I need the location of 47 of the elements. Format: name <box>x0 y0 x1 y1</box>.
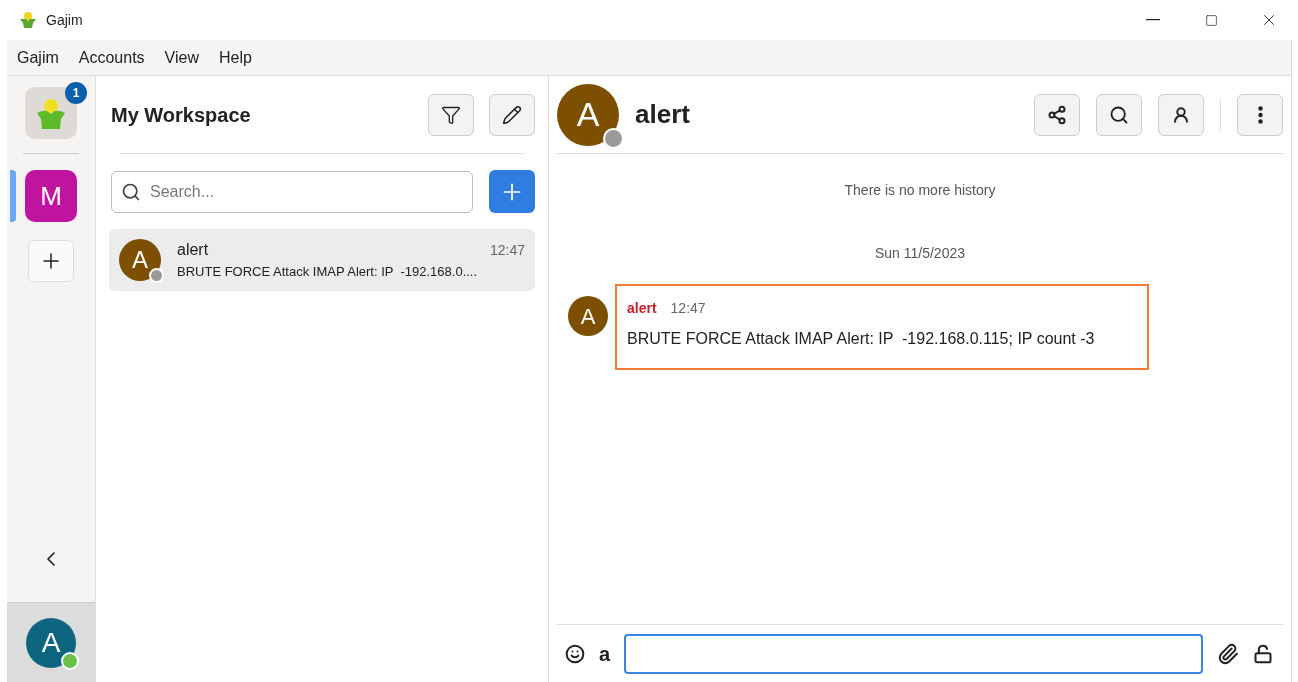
user-avatar[interactable]: A <box>26 617 76 668</box>
search-field[interactable]: Search... <box>111 170 473 213</box>
filter-button[interactable] <box>428 93 474 136</box>
menu-item[interactable]: Help <box>219 45 252 70</box>
more-icon <box>1257 105 1263 124</box>
pencil-icon <box>502 104 522 125</box>
minimize-icon <box>1146 19 1160 21</box>
contact-avatar: A <box>119 239 161 281</box>
message-time: 12:47 <box>670 299 706 318</box>
contact-info-button[interactable] <box>1158 93 1204 136</box>
search-icon <box>121 181 141 202</box>
sender-name: alert <box>627 299 657 318</box>
chat-title: alert <box>635 98 690 131</box>
app-logo-icon <box>18 11 38 29</box>
workspace-button[interactable]: M <box>25 170 77 222</box>
share-button[interactable] <box>1034 93 1080 136</box>
message-preview: BRUTE FORCE Attack IMAP Alert: IP -192.168.0.... <box>177 263 479 282</box>
workspace-title: My Workspace <box>111 102 251 128</box>
maximize-icon <box>1204 13 1218 27</box>
search-icon <box>1109 104 1129 125</box>
sender-avatar: A <box>568 296 608 336</box>
attachment-icon[interactable] <box>1217 642 1239 665</box>
new-chat-button[interactable] <box>489 170 535 213</box>
menu-item[interactable]: Gajim <box>17 45 59 70</box>
unlocked-icon[interactable] <box>1253 643 1273 664</box>
message-input[interactable] <box>624 633 1203 674</box>
window-title: Gajim <box>46 10 83 30</box>
workspace-avatar[interactable] <box>25 87 77 139</box>
history-note: There is no more history <box>844 181 996 200</box>
emoji-icon[interactable] <box>565 643 585 664</box>
chat-list-item[interactable]: A alert 12:47 BRUTE FORCE Attack IMAP Alert: IP -192.168.0.... <box>109 229 535 291</box>
menu-item[interactable]: Accounts <box>78 45 145 70</box>
edit-button[interactable] <box>489 93 535 136</box>
message-text: BRUTE FORCE Attack IMAP Alert: IP -192.168.0.115; IP count -3 <box>627 329 1096 349</box>
contact-avatar: A <box>557 83 619 146</box>
filter-icon <box>441 104 461 125</box>
date-separator: Sun 11/5/2023 <box>874 244 965 263</box>
more-button[interactable] <box>1237 93 1283 136</box>
chat-time: 12:47 <box>489 240 525 260</box>
add-workspace-button[interactable] <box>28 240 74 282</box>
contact-name: alert <box>177 240 209 261</box>
format-button[interactable]: a <box>599 643 611 664</box>
share-icon <box>1047 104 1067 125</box>
person-icon <box>1172 105 1190 124</box>
menu-item[interactable]: View <box>164 45 199 70</box>
notification-badge: 1 <box>65 82 87 104</box>
search-button[interactable] <box>1096 93 1142 136</box>
